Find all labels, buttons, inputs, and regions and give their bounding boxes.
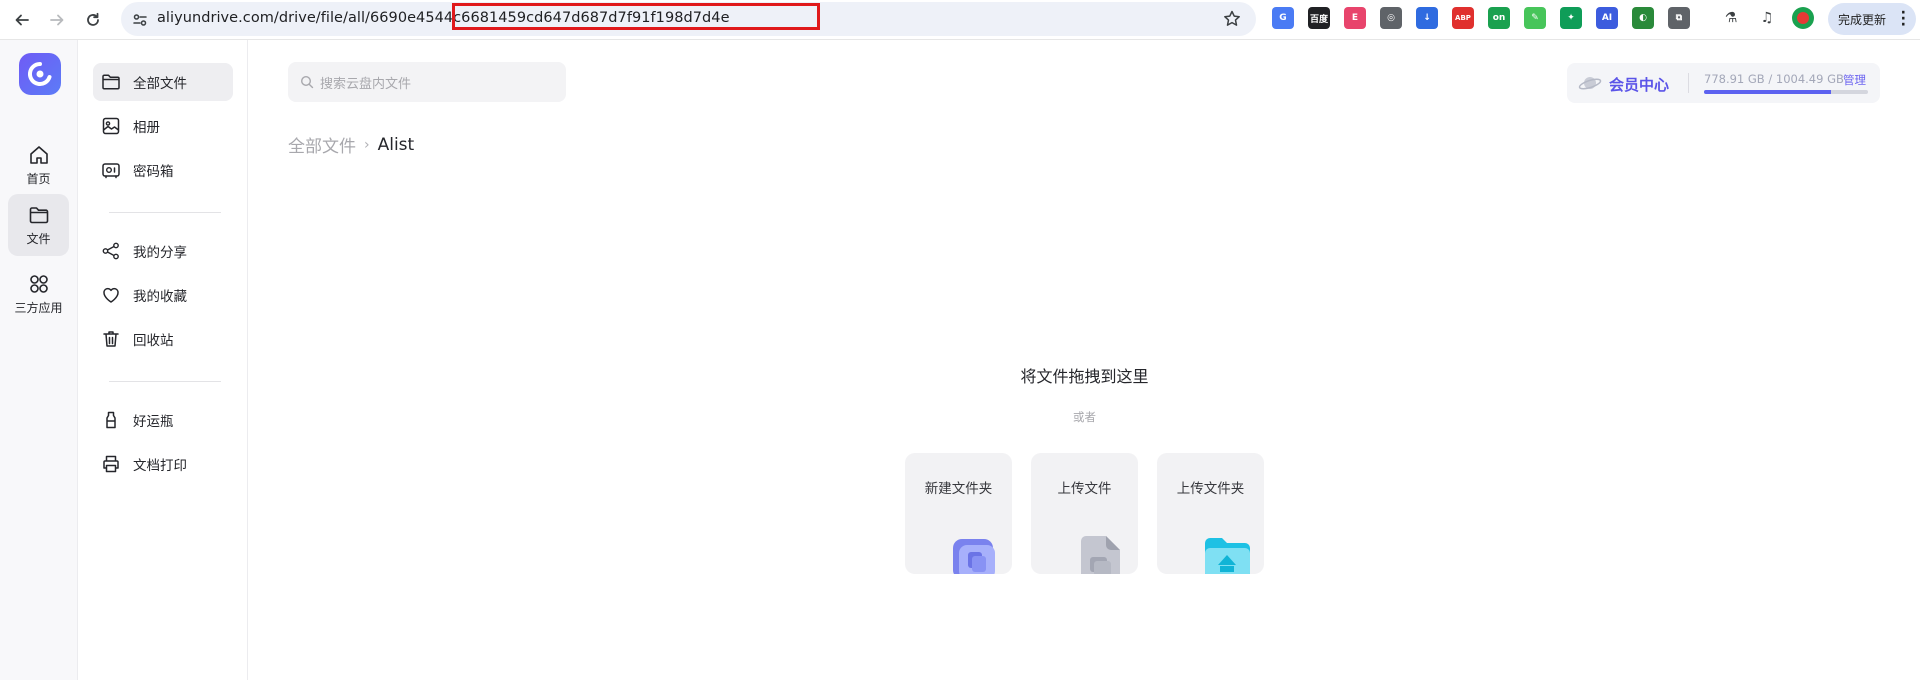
storage-progress-fill — [1704, 90, 1832, 94]
home-icon — [29, 145, 48, 164]
update-button[interactable]: 完成更新 · · · — [1828, 3, 1916, 35]
sidebar-item-label: 相册 — [133, 120, 160, 136]
card-label: 上传文件夹 — [1176, 481, 1245, 497]
rail-item-label: 首页 — [26, 171, 51, 186]
folder-icon — [29, 206, 48, 223]
ai-ext-icon[interactable]: AI — [1596, 7, 1618, 29]
sidebar-item-label: 文档打印 — [133, 458, 187, 474]
rail-item-home[interactable]: 首页 — [8, 134, 69, 196]
aliyundrive-logo[interactable] — [19, 53, 61, 95]
member-center-panel[interactable]: 会员中心 778.91 GB / 1004.49 GB 管理 — [1567, 63, 1880, 103]
search-icon — [300, 75, 314, 89]
sidebar-divider — [109, 212, 221, 213]
rail-item-apps[interactable]: 三方应用 — [8, 263, 69, 325]
upload-file-button[interactable]: 上传文件 — [1031, 453, 1138, 574]
photo-icon — [102, 117, 120, 135]
bottle-icon — [106, 411, 116, 429]
folder-icon — [102, 74, 120, 90]
bookmark-star-icon[interactable] — [1222, 9, 1242, 29]
puzzle-green-icon[interactable]: ✦ — [1560, 7, 1582, 29]
sidebar-item-label: 回收站 — [133, 333, 174, 349]
storage-progress-bar — [1704, 90, 1868, 94]
sidebar-item-label: 密码箱 — [133, 164, 174, 180]
back-icon[interactable] — [6, 4, 38, 36]
breadcrumb-current: Alist — [377, 134, 415, 155]
breadcrumb-separator: › — [364, 136, 370, 153]
shield-ext-icon[interactable]: ◎ — [1380, 7, 1402, 29]
sidebar-item-album[interactable]: 相册 — [93, 107, 233, 145]
manage-storage-link[interactable]: 管理 — [1843, 72, 1866, 88]
sidebar-divider — [109, 381, 221, 382]
baidu-icon[interactable]: 百度 — [1308, 7, 1330, 29]
flask-icon[interactable]: ⚗ — [1720, 7, 1742, 29]
apps-grid-icon — [29, 274, 48, 293]
file-sidebar: 全部文件 相册 密码箱 我的分享 我的收藏 回收站 好运瓶 文档打印 — [79, 40, 248, 680]
profile-avatar[interactable] — [1792, 7, 1814, 29]
menu-dots-icon[interactable]: · · · — [1901, 6, 1906, 32]
main-content: 搜索云盘内文件 全部文件 › Alist 会员中心 778.91 GB / 10… — [249, 40, 1920, 680]
sidebar-item-doc-print[interactable]: 文档打印 — [93, 445, 233, 483]
site-info-icon[interactable] — [129, 9, 151, 31]
sidebar-item-recycle-bin[interactable]: 回收站 — [93, 320, 233, 358]
sidebar-item-favorites[interactable]: 我的收藏 — [93, 276, 233, 314]
leaf-ext-icon[interactable]: ✎ — [1524, 7, 1546, 29]
sidebar-item-lucky-bottle[interactable]: 好运瓶 — [93, 401, 233, 439]
search-input[interactable]: 搜索云盘内文件 — [288, 62, 566, 102]
member-center-label[interactable]: 会员中心 — [1609, 74, 1669, 95]
breadcrumb: 全部文件 › Alist — [288, 132, 415, 158]
upload-folder-button[interactable]: 上传文件夹 — [1157, 453, 1264, 574]
sidebar-item-label: 我的分享 — [133, 245, 187, 261]
pink-ext-icon[interactable]: E — [1344, 7, 1366, 29]
globe-ext-icon[interactable]: ◐ — [1632, 7, 1654, 29]
breadcrumb-root[interactable]: 全部文件 — [288, 132, 356, 157]
upload-folder-icon — [1205, 538, 1250, 574]
sidebar-item-my-shares[interactable]: 我的分享 — [93, 232, 233, 270]
safe-box-icon — [102, 163, 120, 179]
media-queue-icon[interactable]: ♫ — [1756, 7, 1778, 29]
member-divider — [1688, 73, 1689, 93]
google-translate-icon[interactable]: G — [1272, 7, 1294, 29]
drop-zone-title: 将文件拖拽到这里 — [1020, 367, 1149, 386]
printer-icon — [103, 455, 119, 473]
sidebar-item-all-files[interactable]: 全部文件 — [93, 63, 233, 101]
reload-icon[interactable] — [77, 4, 109, 36]
app-rail: 首页 文件 三方应用 — [0, 40, 78, 680]
trash-icon — [103, 331, 119, 347]
card-label: 新建文件夹 — [924, 481, 993, 497]
card-label: 上传文件 — [1057, 481, 1112, 497]
sidebar-item-safe-box[interactable]: 密码箱 — [93, 151, 233, 189]
upload-file-icon — [1081, 536, 1120, 574]
address-bar[interactable]: aliyundrive.com/drive/file/all/6690e4544… — [121, 2, 1256, 36]
new-folder-icon — [953, 539, 995, 574]
share-icon — [102, 242, 119, 260]
rail-item-label: 文件 — [26, 231, 51, 246]
browser-toolbar: aliyundrive.com/drive/file/all/6690e4544… — [0, 0, 1920, 40]
url-highlight-box — [452, 3, 820, 30]
sidebar-item-label: 我的收藏 — [133, 289, 187, 305]
extensions-puzzle-icon[interactable]: ⧉ — [1668, 7, 1690, 29]
sidebar-item-label: 好运瓶 — [133, 414, 174, 430]
download-ext-icon[interactable]: ↓ — [1416, 7, 1438, 29]
rail-item-label: 三方应用 — [14, 300, 63, 315]
storage-usage-text: 778.91 GB / 1004.49 GB — [1704, 72, 1844, 86]
green-on-ext-icon[interactable]: on — [1488, 7, 1510, 29]
search-placeholder: 搜索云盘内文件 — [320, 76, 412, 92]
adblock-plus-icon[interactable]: ABP — [1452, 7, 1474, 29]
new-folder-button[interactable]: 新建文件夹 — [905, 453, 1012, 574]
update-button-label: 完成更新 — [1838, 12, 1887, 27]
rail-item-files[interactable]: 文件 — [8, 194, 69, 256]
heart-icon — [103, 287, 119, 303]
drop-zone-or: 或者 — [1073, 410, 1096, 424]
planet-icon — [1578, 77, 1602, 90]
sidebar-item-label: 全部文件 — [133, 76, 187, 92]
forward-icon[interactable] — [41, 4, 73, 36]
